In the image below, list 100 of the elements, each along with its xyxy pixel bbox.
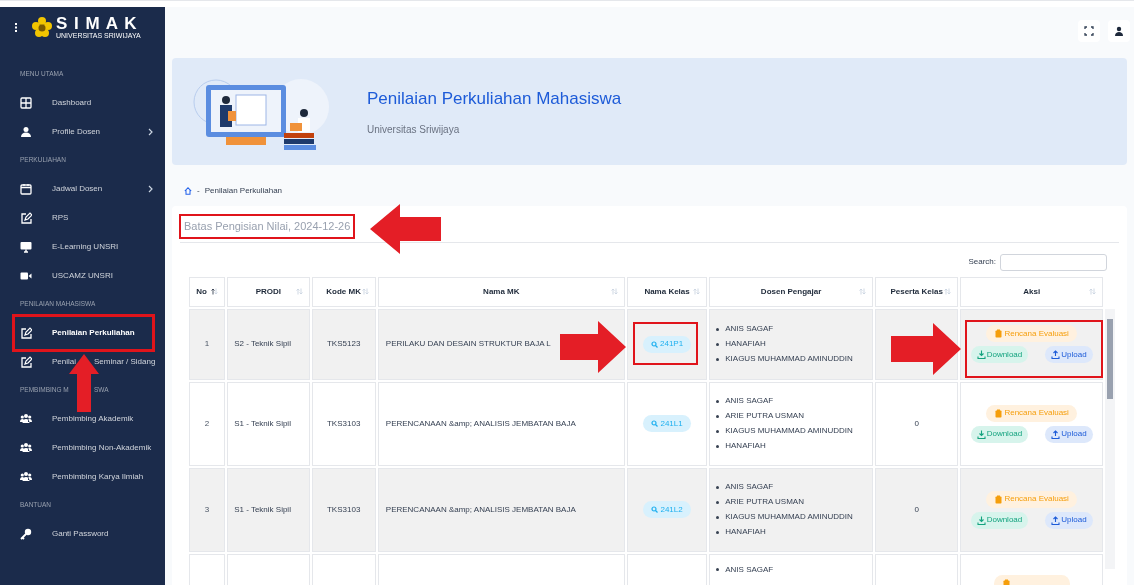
flower-emblem-icon [32,17,52,37]
action-button[interactable]: Upload [1045,346,1093,363]
lecturer-name: ANIS SAGAF [725,323,774,335]
monitor-icon [20,240,32,253]
bullet-icon [716,515,720,519]
users-icon [20,441,32,454]
table-cell: S1 - Teknik Sipil [234,504,291,514]
user-icon [20,125,32,138]
table-cell: TKS3103 [326,504,361,514]
clipboard-icon [994,329,1004,338]
annotation-arrow [370,204,441,254]
lecturer-name: ANIS SAGAF [725,563,774,576]
bullet-icon [716,568,720,571]
sidebar-item[interactable]: Ganti Password [52,528,109,539]
lecturer-name: ARIE PUTRA USMAN [725,410,804,422]
download-icon [976,429,986,439]
home-icon[interactable] [184,187,192,195]
sidebar-item[interactable]: Jadwal Dosen [52,183,103,194]
table-cell: TKS3103 [326,418,361,428]
page-title: Penilaian Perkuliahan Mahasiswa [367,88,622,111]
bullet-icon [716,357,720,361]
fullscreen-button[interactable] [1078,20,1100,42]
bullet-icon [716,485,720,489]
column-header[interactable]: Peserta Kelas [874,276,959,307]
sidebar-item[interactable]: Profile Dosen [52,126,101,137]
table-cell: PERENCANAAN &amp; ANALISIS JEMBATAN BAJA [385,418,576,428]
sidebar-item[interactable]: Penilai [52,356,76,367]
clipboard-icon [994,408,1004,418]
fullscreen-icon [1084,26,1094,36]
lecturer-name: HANAFIAH [725,440,766,452]
bullet-icon [716,500,720,504]
clipboard-icon [994,494,1004,504]
annotation-arrow [560,321,626,373]
users-icon [20,470,32,483]
upload-icon [1051,429,1061,439]
search-icon [651,340,658,348]
sidebar-item[interactable]: Pembimbing Karya Ilmiah [52,471,144,482]
lecturer-name: KIAGUS MUHAMMAD AMINUDDIN [725,511,853,523]
lecturer-name: ANIS SAGAF [725,481,774,493]
annotation-arrow [891,323,961,375]
menu-toggle-icon[interactable] [14,22,18,32]
breadcrumb-item[interactable]: Penilaian Perkuliahan [204,185,283,197]
row-number: 1 [204,339,210,348]
download-icon [976,350,986,359]
table-cell: 0 [914,418,919,428]
lecturer-name: HANAFIAH [725,338,766,350]
bullet-icon [716,414,720,418]
column-header[interactable]: Aksi [960,276,1103,307]
table-cell: PERILAKU DAN DESAIN STRUKTUR BAJA L [385,339,551,348]
column-header[interactable]: No [189,276,226,307]
key-icon [20,527,32,540]
sidebar-item[interactable]: Seminar / Sidang [94,356,156,367]
download-icon [976,515,986,525]
lecturer-name: KIAGUS MUHAMMAD AMINUDDIN [725,425,853,437]
table-cell: PERENCANAAN &amp; ANALISIS JEMBATAN BAJA [385,504,576,514]
upload-icon [1051,515,1061,525]
sidebar-item[interactable]: E-Learning UNSRI [52,241,119,252]
row-number: 2 [204,418,210,428]
grid-icon [20,96,32,109]
lecturer-name: HANAFIAH [725,526,766,538]
sidebar-item[interactable]: Pembimbing Akademik [52,413,134,424]
search-field[interactable] [1000,253,1107,271]
bullet-icon [716,327,720,331]
sidebar-item[interactable]: RPS [52,212,69,223]
bullet-icon [716,530,720,534]
sidebar-item[interactable]: Penilaian Perkuliahan [52,327,135,338]
column-header[interactable]: Dosen Pengajar [709,276,873,307]
scrollbar[interactable] [1105,308,1115,569]
action-button[interactable]: Upload [1045,425,1093,443]
deadline-text: Batas Pengisian Nilai, 2024-12-26 [184,219,351,234]
edit-icon [20,211,32,224]
bullet-icon [716,399,720,403]
search-icon [651,506,659,513]
clipboard-icon [1001,578,1011,585]
column-header[interactable]: Kode MK [311,276,376,307]
lecturer-name: KIAGUS MUHAMMAD AMINUDDIN [725,353,853,365]
table-cell: S2 - Teknik Sipil [234,339,291,348]
search-label: Search: [968,256,996,268]
bullet-icon [716,444,720,448]
user-button[interactable] [1108,20,1130,42]
column-header[interactable]: Nama Kelas [626,276,708,307]
action-button[interactable]: Upload [1045,511,1093,529]
sidebar-item[interactable]: Dashboard [52,97,92,108]
sidebar-item[interactable]: USCAMZ UNSRI [52,270,113,281]
sidebar-item[interactable]: Pembimbing Non-Akademik [52,442,152,453]
search-icon [651,420,659,427]
row-number: 3 [204,504,210,514]
column-header[interactable]: PRODI [227,276,310,307]
user-icon [1114,26,1124,36]
highlight-frame [633,322,698,365]
column-header[interactable]: Nama MK [377,276,625,307]
edit-icon [20,355,32,368]
table-cell: S1 - Teknik Sipil [234,418,291,428]
bullet-icon [716,342,720,346]
page-subtitle: Universitas Sriwijaya [367,122,461,137]
table-cell: 0 [914,504,919,514]
lecturer-name: ANIS SAGAF [725,395,774,407]
calendar-icon [20,182,32,195]
users-icon [20,412,32,425]
bullet-icon [716,429,720,433]
